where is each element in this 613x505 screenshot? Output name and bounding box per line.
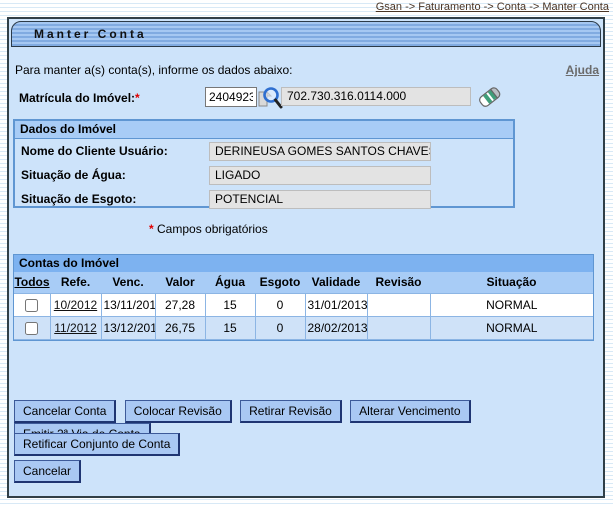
intro-text: Para manter a(s) conta(s), informe os da…	[15, 63, 292, 77]
col-refe: Refe.	[50, 272, 101, 294]
select-row-checkbox[interactable]	[25, 322, 38, 335]
valor-cell: 26,75	[155, 317, 205, 340]
select-row-checkbox[interactable]	[25, 299, 38, 312]
col-revisao: Revisão	[367, 272, 430, 294]
col-validade: Validade	[305, 272, 367, 294]
breadcrumb[interactable]: Gsan -> Faturamento -> Conta -> Manter C…	[376, 1, 609, 13]
agua-cell: 15	[205, 317, 255, 340]
situacao-agua-label: Situação de Água:	[21, 168, 126, 182]
col-venc: Venc.	[101, 272, 155, 294]
select-all-link[interactable]: Todos	[14, 275, 49, 289]
revisao-cell	[367, 294, 430, 317]
esgoto-cell: 0	[255, 294, 305, 317]
page-title: Manter Conta	[11, 21, 601, 47]
matricula-input[interactable]	[205, 87, 257, 107]
conta-ref-link[interactable]: 11/2012	[54, 321, 97, 335]
dados-imovel-section: Dados do Imóvel Nome do Cliente Usuário:…	[13, 119, 515, 208]
col-esgoto: Esgoto	[255, 272, 305, 294]
cancelar-conta-button[interactable]: Cancelar Conta	[14, 400, 116, 423]
table-row: 10/2012 13/11/2012 27,28 15 0 31/01/2013…	[14, 294, 593, 317]
alterar-vencimento-button[interactable]: Alterar Vencimento	[350, 400, 470, 423]
table-row: 11/2012 13/12/2012 26,75 15 0 28/02/2013…	[14, 317, 593, 340]
valor-cell: 27,28	[155, 294, 205, 317]
matricula-label: Matrícula do Imóvel:*	[19, 91, 140, 105]
main-panel: Manter Conta Para manter a(s) conta(s), …	[7, 17, 605, 498]
inscricao-field: 702.730.316.0114.000	[281, 87, 471, 106]
situacao-cell: NORMAL	[430, 294, 593, 317]
contas-imovel-title: Contas do Imóvel	[14, 255, 593, 272]
col-agua: Água	[205, 272, 255, 294]
situacao-esgoto-label: Situação de Esgoto:	[21, 192, 136, 206]
contas-table: Todos Refe. Venc. Valor Água Esgoto Vali…	[14, 272, 593, 340]
venc-cell: 13/11/2012	[101, 294, 155, 317]
situacao-esgoto-value: POTENCIAL	[209, 190, 431, 209]
contas-imovel-section: Contas do Imóvel Todos Refe. Venc. Valor…	[13, 254, 594, 341]
esgoto-cell: 0	[255, 317, 305, 340]
table-header-row: Todos Refe. Venc. Valor Água Esgoto Vali…	[14, 272, 593, 294]
dados-imovel-title: Dados do Imóvel	[15, 121, 513, 139]
validade-cell: 28/02/2013	[305, 317, 367, 340]
required-fields-note: * Campos obrigatórios	[149, 222, 268, 236]
revisao-cell	[367, 317, 430, 340]
help-link[interactable]: Ajuda	[566, 63, 599, 77]
agua-cell: 15	[205, 294, 255, 317]
retirar-revisao-button[interactable]: Retirar Revisão	[240, 400, 342, 423]
cliente-usuario-value: DERINEUSA GOMES SANTOS CHAVES	[209, 142, 431, 161]
venc-cell: 13/12/2012	[101, 317, 155, 340]
col-situacao: Situação	[430, 272, 593, 294]
cancelar-button[interactable]: Cancelar	[14, 460, 81, 483]
cliente-usuario-label: Nome do Cliente Usuário:	[21, 144, 168, 158]
situacao-agua-value: LIGADO	[209, 166, 431, 185]
validade-cell: 31/01/2013	[305, 294, 367, 317]
retificar-conjunto-button[interactable]: Retificar Conjunto de Conta	[14, 433, 180, 456]
required-asterisk: *	[149, 222, 154, 236]
colocar-revisao-button[interactable]: Colocar Revisão	[125, 400, 232, 423]
col-valor: Valor	[155, 272, 205, 294]
eraser-clear-icon[interactable]	[473, 81, 505, 116]
required-asterisk: *	[135, 91, 140, 105]
conta-ref-link[interactable]: 10/2012	[54, 298, 97, 312]
situacao-cell: NORMAL	[430, 317, 593, 340]
